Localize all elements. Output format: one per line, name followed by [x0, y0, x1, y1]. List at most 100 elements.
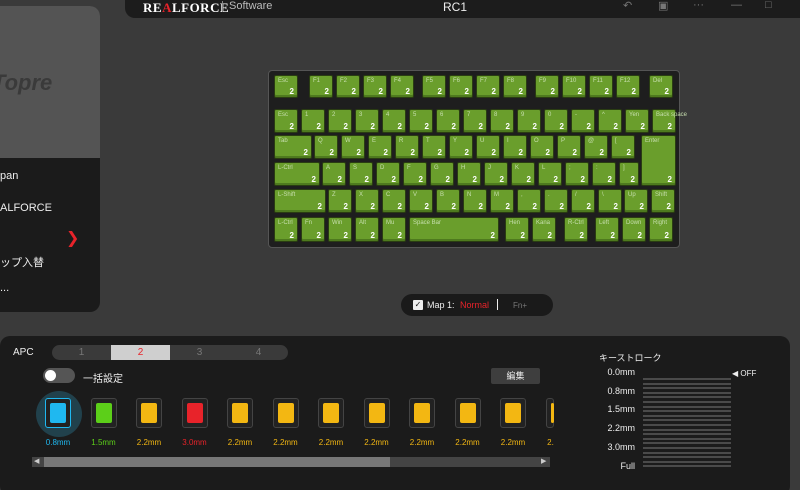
key-del[interactable]: Del 2 — [649, 75, 673, 98]
key-yen[interactable]: Yen 2 — [625, 109, 649, 133]
key--[interactable]: :2 — [592, 162, 616, 186]
apc-swatch[interactable] — [409, 398, 435, 428]
chevron-right-icon[interactable]: ❯ — [66, 228, 79, 248]
key-y[interactable]: Y2 — [449, 135, 473, 159]
key-4[interactable]: 42 — [382, 109, 406, 133]
key--[interactable]: ; 2 — [565, 162, 589, 186]
key-6[interactable]: 62 — [436, 109, 460, 133]
key-m[interactable]: M2 — [490, 189, 514, 213]
key-2[interactable]: 22 — [328, 109, 352, 133]
sidebar-item-more[interactable]: ... — [0, 282, 9, 294]
apc-tab-1[interactable]: 1 — [52, 345, 111, 360]
key--[interactable]: ^ 2 — [598, 109, 622, 133]
key-i[interactable]: I2 — [503, 135, 527, 159]
apc-swatch[interactable] — [363, 398, 390, 428]
apc-swatch[interactable] — [136, 398, 162, 428]
key-down[interactable]: Down 2 — [622, 217, 646, 242]
key-shift[interactable]: Shift 2 — [651, 189, 675, 213]
key-b[interactable]: B2 — [436, 189, 460, 213]
key-7[interactable]: 72 — [463, 109, 487, 133]
key-5[interactable]: 52 — [409, 109, 433, 133]
key-d[interactable]: D2 — [376, 162, 400, 186]
key--[interactable]: /2 — [571, 189, 595, 213]
map-normal-option[interactable]: Normal — [460, 300, 489, 310]
map-checkbox[interactable]: ✓ — [413, 300, 423, 310]
key-r-ctrl[interactable]: R-Ctrl 2 — [564, 217, 588, 242]
key-f12[interactable]: F12 2 — [616, 75, 640, 98]
key-3[interactable]: 32 — [355, 109, 379, 133]
key-f7[interactable]: F7 2 — [476, 75, 500, 98]
minimize-icon[interactable]: — — [731, 0, 742, 11]
key-up[interactable]: Up 2 — [624, 189, 648, 213]
apc-swatch[interactable] — [318, 398, 344, 428]
key-f10[interactable]: F10 2 — [562, 75, 586, 98]
save-icon[interactable]: ▣ — [658, 0, 668, 12]
key-1[interactable]: 12 — [301, 109, 325, 133]
map-fn-option[interactable]: Fn+ — [513, 301, 527, 310]
key-k[interactable]: K2 — [511, 162, 535, 186]
key-v[interactable]: V2 — [409, 189, 433, 213]
key-enter[interactable]: Enter 2 — [641, 135, 676, 186]
key-f6[interactable]: F6 2 — [449, 75, 473, 98]
key--[interactable]: @2 — [584, 135, 608, 159]
key-f3[interactable]: F3 2 — [363, 75, 387, 98]
key-u[interactable]: U2 — [476, 135, 500, 159]
key-f11[interactable]: F11 2 — [589, 75, 613, 98]
apc-swatch[interactable] — [500, 398, 526, 428]
key-f9[interactable]: F9 2 — [535, 75, 559, 98]
key--[interactable]: ] 2 — [619, 162, 639, 186]
key-esc[interactable]: Esc 2 — [274, 109, 298, 133]
key-f1[interactable]: F1 2 — [309, 75, 333, 98]
key-h[interactable]: H2 — [457, 162, 481, 186]
key-space-bar[interactable]: Space Bar 2 — [409, 217, 499, 242]
sidebar-item-product[interactable]: ALFORCE — [0, 202, 52, 214]
key-o[interactable]: O2 — [530, 135, 554, 159]
apc-swatch[interactable] — [454, 398, 481, 428]
key-j[interactable]: J2 — [484, 162, 508, 186]
key-w[interactable]: W2 — [341, 135, 365, 159]
sidebar-item-layout[interactable]: pan — [0, 170, 18, 182]
edit-button[interactable]: 編集 — [491, 368, 540, 384]
key-kana[interactable]: Kana 2 — [532, 217, 556, 242]
apc-swatch[interactable] — [545, 398, 554, 428]
apc-swatch[interactable] — [272, 398, 299, 428]
apc-swatch[interactable] — [227, 398, 253, 428]
key-l[interactable]: L2 — [538, 162, 562, 186]
apc-tab-3[interactable]: 3 — [170, 345, 229, 360]
key--[interactable]: -2 — [571, 109, 595, 133]
key-z[interactable]: Z2 — [328, 189, 352, 213]
apc-tab-4[interactable]: 4 — [229, 345, 288, 360]
key-hen[interactable]: Hen 2 — [505, 217, 529, 242]
key-n[interactable]: N2 — [463, 189, 487, 213]
key-right[interactable]: Right 2 — [649, 217, 673, 242]
key-alt[interactable]: Alt 2 — [355, 217, 379, 242]
bulk-setting-toggle[interactable] — [43, 368, 75, 383]
key-left[interactable]: Left 2 — [595, 217, 619, 242]
key--[interactable]: [2 — [611, 135, 635, 159]
key-f2[interactable]: F2 2 — [336, 75, 360, 98]
key-esc[interactable]: Esc 2 — [274, 75, 298, 98]
key-tab[interactable]: Tab 2 — [274, 135, 312, 159]
sidebar-item-swap[interactable]: ップ入替 — [0, 254, 44, 270]
key-q[interactable]: Q2 — [314, 135, 338, 159]
key-e[interactable]: E2 — [368, 135, 392, 159]
key-f4[interactable]: F4 2 — [390, 75, 414, 98]
key-f[interactable]: F2 — [403, 162, 427, 186]
swatch-scrollbar[interactable]: ◀ ▶ — [32, 457, 550, 467]
key-9[interactable]: 92 — [517, 109, 541, 133]
maximize-icon[interactable]: □ — [765, 0, 772, 11]
key-g[interactable]: G2 — [430, 162, 454, 186]
scroll-thumb[interactable] — [44, 457, 390, 467]
key-p[interactable]: P2 — [557, 135, 581, 159]
key--[interactable]: ,2 — [517, 189, 541, 213]
undo-icon[interactable]: ↶ — [623, 0, 632, 12]
key-l-ctrl[interactable]: L-Ctrl 2 — [274, 217, 298, 242]
key-t[interactable]: T2 — [422, 135, 446, 159]
key--[interactable]: .2 — [544, 189, 568, 213]
key-l-shift[interactable]: L-Shift 2 — [274, 189, 326, 213]
key-fn[interactable]: Fn 2 — [301, 217, 325, 242]
apc-swatch[interactable] — [45, 398, 71, 428]
key-r[interactable]: R2 — [395, 135, 419, 159]
more-icon[interactable]: ··· — [693, 0, 704, 11]
key-s[interactable]: S2 — [349, 162, 373, 186]
